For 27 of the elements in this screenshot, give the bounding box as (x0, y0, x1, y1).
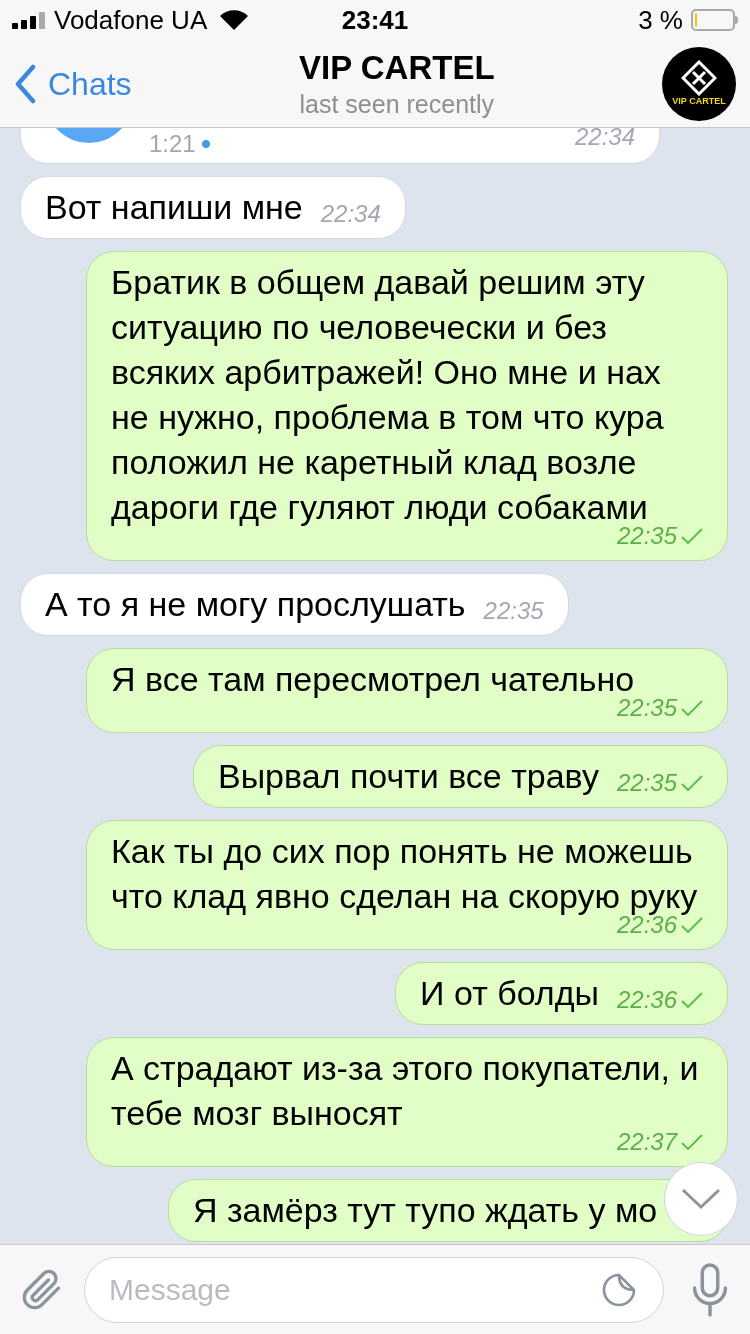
message-time: 22:36 (616, 985, 677, 1015)
last-seen-status: last seen recently (299, 88, 495, 120)
message-text: А то я не могу прослушать (45, 584, 466, 625)
battery-percentage: 3 % (638, 3, 683, 37)
diamond-logo-icon (681, 60, 717, 96)
message-time: 22:35 (616, 768, 677, 798)
voice-message-bubble[interactable]: 1:21 22:34 (20, 128, 660, 164)
message-time: 22:35 (483, 596, 544, 626)
status-time: 23:41 (341, 3, 409, 37)
message-time: 22:34 (574, 128, 635, 152)
chat-title: VIP CARTEL (299, 47, 495, 88)
message-text: И от болды (420, 973, 599, 1014)
message-text: Я замёрз тут тупо ждать у мо (193, 1190, 658, 1231)
voice-duration: 1:21 (149, 131, 196, 157)
avatar-label: VIP CARTEL (672, 96, 726, 107)
wifi-icon (219, 9, 250, 31)
signal-icon (12, 11, 48, 29)
back-button[interactable]: Chats (14, 59, 132, 108)
microphone-icon[interactable] (690, 1262, 730, 1317)
chat-avatar[interactable]: VIP CARTEL (662, 46, 736, 121)
message-text: Вырвал почти все траву (218, 756, 599, 797)
message-time: 22:34 (320, 199, 381, 229)
message-text: Вот напиши мне (45, 187, 303, 228)
back-chevron-icon (14, 63, 36, 104)
carrier-name: Vodafone UA (54, 3, 208, 37)
message-field[interactable]: Message (84, 1256, 664, 1323)
chevron-down-icon (681, 1188, 721, 1210)
